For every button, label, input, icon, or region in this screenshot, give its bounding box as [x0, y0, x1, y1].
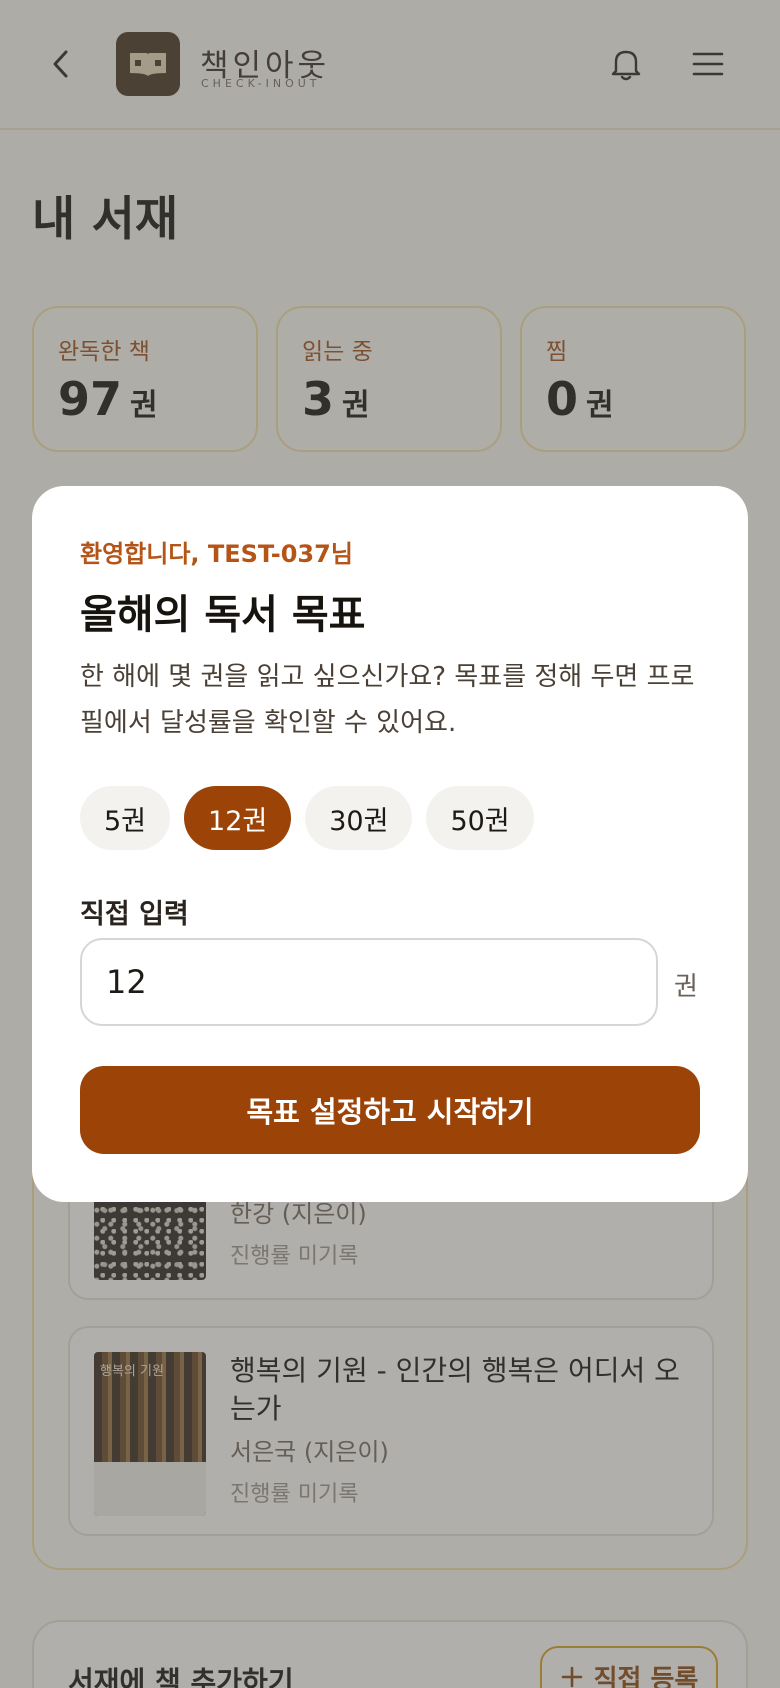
welcome-message: 환영합니다, TEST-037님 — [80, 540, 353, 568]
input-unit: 권 — [674, 972, 698, 1002]
goal-count-input[interactable] — [80, 938, 658, 1026]
modal-title: 올해의 독서 목표 — [80, 592, 366, 638]
modal-description: 한 해에 몇 권을 읽고 싶으신가요? 목표를 정해 두면 프로필에서 달성률을… — [80, 662, 695, 738]
reading-goal-modal: 환영합니다, TEST-037님 올해의 독서 목표 한 해에 몇 권을 읽고 … — [32, 486, 748, 1202]
goal-chip-50[interactable]: 50권 — [426, 786, 534, 850]
set-goal-button[interactable]: 목표 설정하고 시작하기 — [80, 1066, 700, 1154]
page: 책인아웃 CHECK-INOUT 내 서재 완독한 책 97 권 읽는 중 3 … — [0, 0, 780, 1688]
goal-chip-5[interactable]: 5권 — [80, 786, 171, 850]
goal-chip-30[interactable]: 30권 — [305, 786, 413, 850]
custom-input-label: 직접 입력 — [80, 899, 189, 930]
goal-chips: 5권 12권 30권 50권 — [80, 786, 534, 850]
goal-chip-12[interactable]: 12권 — [184, 786, 292, 850]
